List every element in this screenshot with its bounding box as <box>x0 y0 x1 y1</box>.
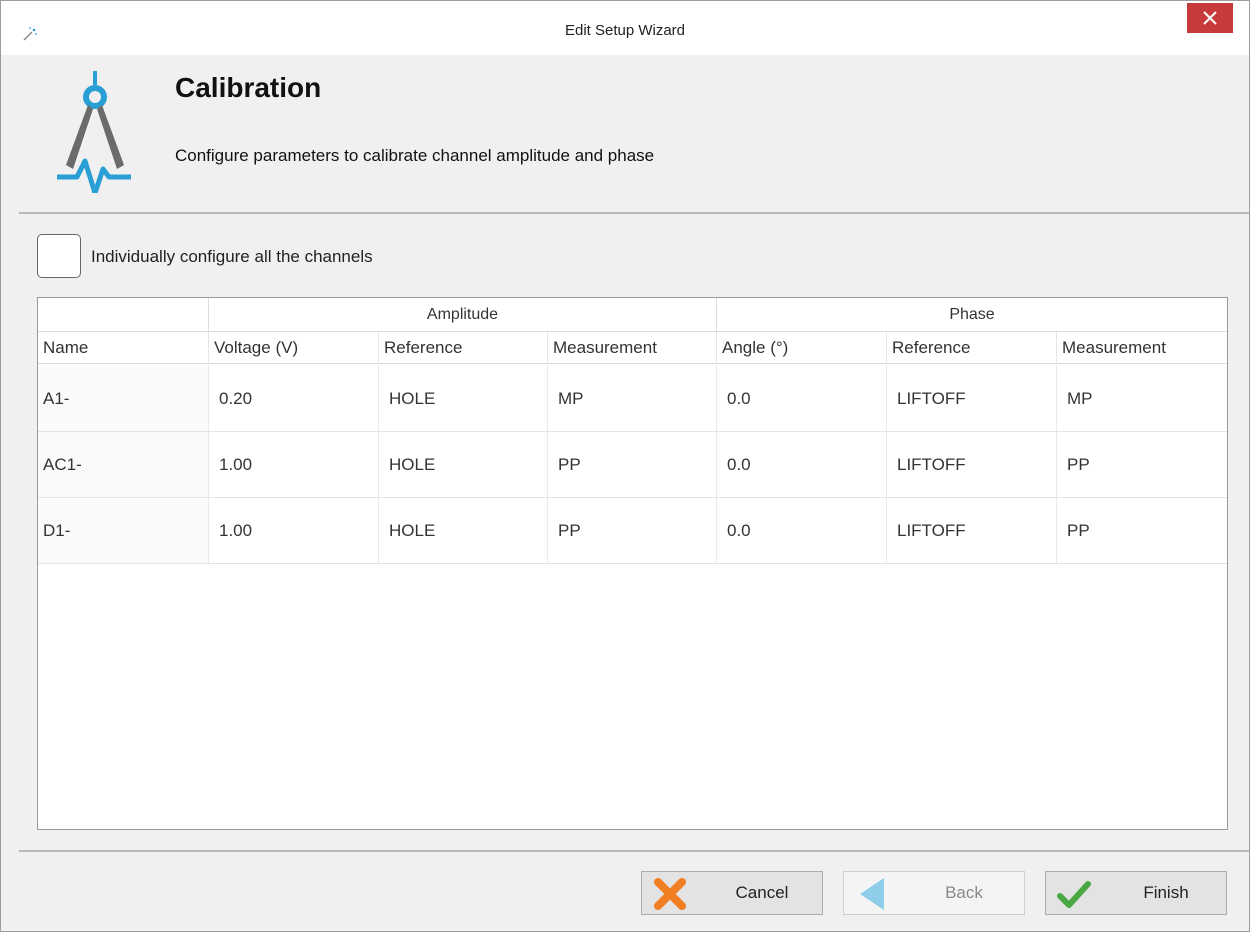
column-header-amplitude-measurement[interactable]: Measurement <box>547 332 716 364</box>
finish-check-icon <box>1056 876 1092 912</box>
cancel-x-icon <box>652 876 688 912</box>
column-header-voltage[interactable]: Voltage (V) <box>208 332 378 364</box>
back-arrow-icon <box>854 876 890 912</box>
cell-amplitude-reference[interactable]: HOLE <box>378 432 547 497</box>
column-header-row: Name Voltage (V) Reference Measurement A… <box>38 332 1227 364</box>
cell-voltage[interactable]: 1.00 <box>208 498 378 563</box>
page-subtitle: Configure parameters to calibrate channe… <box>175 146 655 165</box>
calibration-compass-icon <box>55 69 135 196</box>
title-bar: Edit Setup Wizard <box>1 1 1249 55</box>
cell-phase-measurement[interactable]: PP <box>1056 432 1227 497</box>
cell-voltage[interactable]: 1.00 <box>208 432 378 497</box>
cell-name[interactable]: D1- <box>38 498 208 563</box>
footer-divider <box>19 850 1249 852</box>
table-row[interactable]: AC1- 1.00 HOLE PP 0.0 LIFTOFF PP <box>38 432 1227 498</box>
cell-phase-measurement[interactable]: MP <box>1056 366 1227 431</box>
finish-button-label: Finish <box>1143 883 1189 902</box>
calibration-table: Amplitude Phase Name Voltage (V) Referen… <box>37 297 1228 830</box>
group-header-amplitude: Amplitude <box>208 298 716 332</box>
column-group-header: Amplitude Phase <box>38 298 1227 332</box>
column-header-phase-reference[interactable]: Reference <box>886 332 1056 364</box>
close-button[interactable] <box>1187 3 1233 33</box>
back-button-label: Back <box>945 883 983 902</box>
cell-voltage[interactable]: 0.20 <box>208 366 378 431</box>
cell-phase-measurement[interactable]: PP <box>1056 498 1227 563</box>
close-icon <box>1203 11 1217 25</box>
column-header-phase-measurement[interactable]: Measurement <box>1056 332 1227 364</box>
edit-setup-wizard-window: Edit Setup Wizard Calibration Configure … <box>0 0 1250 932</box>
cell-amplitude-reference[interactable]: HOLE <box>378 498 547 563</box>
cell-name[interactable]: A1- <box>38 366 208 431</box>
finish-button[interactable]: Finish <box>1045 871 1227 915</box>
window-title: Edit Setup Wizard <box>564 22 686 39</box>
column-header-angle[interactable]: Angle (°) <box>716 332 886 364</box>
back-button[interactable]: Back <box>843 871 1025 915</box>
cancel-button-label: Cancel <box>735 883 789 902</box>
page-title: Calibration <box>175 72 322 103</box>
table-row[interactable]: D1- 1.00 HOLE PP 0.0 LIFTOFF PP <box>38 498 1227 564</box>
cancel-button[interactable]: Cancel <box>641 871 823 915</box>
cell-amplitude-reference[interactable]: HOLE <box>378 366 547 431</box>
cell-phase-reference[interactable]: LIFTOFF <box>886 366 1056 431</box>
cell-name[interactable]: AC1- <box>38 432 208 497</box>
individual-channels-checkbox[interactable] <box>37 234 81 278</box>
group-header-phase: Phase <box>716 298 1227 332</box>
header-divider <box>19 212 1249 214</box>
cell-amplitude-measurement[interactable]: MP <box>547 366 716 431</box>
cell-angle[interactable]: 0.0 <box>716 432 886 497</box>
table-row[interactable]: A1- 0.20 HOLE MP 0.0 LIFTOFF MP <box>38 366 1227 432</box>
individual-channels-label[interactable]: Individually configure all the channels <box>91 247 373 267</box>
column-header-name[interactable]: Name <box>38 332 208 364</box>
group-header-empty <box>38 298 208 332</box>
wizard-header: Calibration Configure parameters to cali… <box>19 55 1249 213</box>
column-header-amplitude-reference[interactable]: Reference <box>378 332 547 364</box>
cell-angle[interactable]: 0.0 <box>716 366 886 431</box>
cell-amplitude-measurement[interactable]: PP <box>547 432 716 497</box>
cell-angle[interactable]: 0.0 <box>716 498 886 563</box>
cell-amplitude-measurement[interactable]: PP <box>547 498 716 563</box>
cell-phase-reference[interactable]: LIFTOFF <box>886 498 1056 563</box>
cell-phase-reference[interactable]: LIFTOFF <box>886 432 1056 497</box>
